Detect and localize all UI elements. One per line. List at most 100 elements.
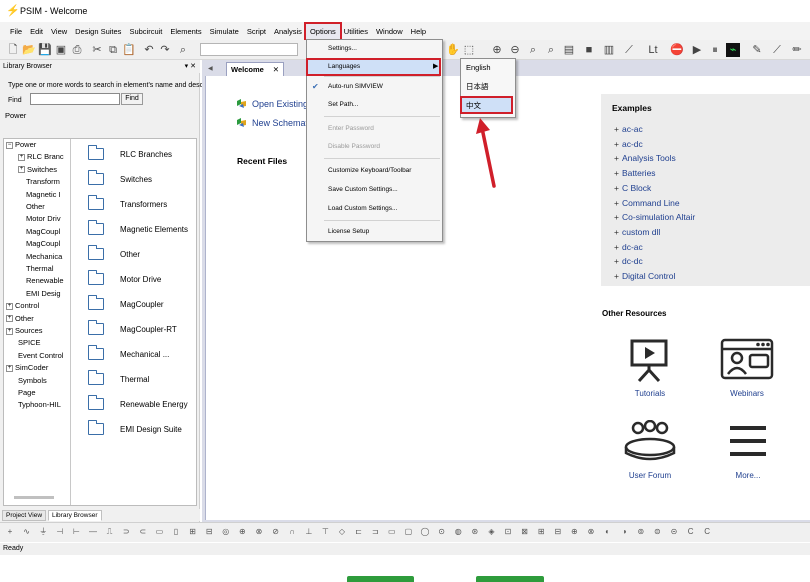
copy-icon[interactable]: ⧉ <box>106 43 120 57</box>
tab-library-browser[interactable]: Library Browser <box>48 510 102 521</box>
open-existing-link[interactable]: Open Existing <box>236 98 308 109</box>
menu-file[interactable]: File <box>6 24 26 39</box>
element-tool-icon[interactable]: ▭ <box>386 527 398 537</box>
element-tool-icon[interactable]: ⊃ <box>120 527 132 537</box>
element-tool-icon[interactable]: ⊗ <box>253 527 265 537</box>
tree-item[interactable]: Typhoon-HIL <box>18 400 61 410</box>
example-link[interactable]: + dc-ac <box>614 242 643 252</box>
element-tool-icon[interactable]: ⊥ <box>303 527 315 537</box>
element-tool-icon[interactable]: ⊟ <box>552 527 564 537</box>
tree-item[interactable]: + SimCoder <box>6 363 48 373</box>
library-folder[interactable]: Magnetic Elements <box>88 220 188 236</box>
library-icon[interactable]: ▥ <box>602 43 616 57</box>
redo-icon[interactable]: ↷ <box>158 43 172 57</box>
element-tool-icon[interactable]: ◈ <box>485 527 497 537</box>
menu-item-license-setup[interactable]: License Setup <box>328 228 369 235</box>
element-tool-icon[interactable]: ⊞ <box>535 527 547 537</box>
example-link[interactable]: + Co-simulation Altair <box>614 212 695 222</box>
element-tool-icon[interactable]: ⊢ <box>70 527 82 537</box>
green-button-right[interactable] <box>476 576 544 582</box>
menu-item-load-custom-settings[interactable]: Load Custom Settings... <box>328 205 397 212</box>
library-folder[interactable]: Other <box>88 245 140 261</box>
tab-scroll-arrow-icon[interactable]: ◀ <box>208 65 213 72</box>
measure-icon[interactable]: ⟋ <box>770 43 784 57</box>
element-tool-icon[interactable]: ⊟ <box>203 527 215 537</box>
element-tool-icon[interactable]: ⊏ <box>353 527 365 537</box>
element-tool-icon[interactable]: ⊙ <box>436 527 448 537</box>
element-tool-icon[interactable]: ▯ <box>170 527 182 537</box>
element-tool-icon[interactable]: C <box>685 527 697 537</box>
example-link[interactable]: + custom dll <box>614 227 660 237</box>
tree-item[interactable]: Thermal <box>26 264 54 274</box>
menu-item-auto-run-simview[interactable]: Auto-run SIMVIEW <box>328 83 383 90</box>
element-tool-icon[interactable]: ⊤ <box>319 527 331 537</box>
element-tool-icon[interactable]: ⊝ <box>668 527 680 537</box>
menu-edit[interactable]: Edit <box>26 24 47 39</box>
library-folder[interactable]: Mechanical ... <box>88 345 169 361</box>
menu-item-save-custom-settings[interactable]: Save Custom Settings... <box>328 186 398 193</box>
element-list-icon[interactable]: ▤ <box>562 43 576 57</box>
element-tool-icon[interactable]: ⊕ <box>568 527 580 537</box>
webinars-link[interactable]: Webinars <box>717 389 777 398</box>
tree-item[interactable]: + Control <box>6 301 39 311</box>
element-combo[interactable] <box>200 43 298 56</box>
tree-item[interactable]: Symbols <box>18 376 47 386</box>
webinars-icon[interactable] <box>720 338 774 380</box>
library-folder[interactable]: Switches <box>88 170 152 186</box>
print-icon[interactable]: ⎙ <box>70 43 84 57</box>
stop-square-icon[interactable]: ■ <box>582 43 596 57</box>
pan-icon[interactable]: ✋ <box>446 43 460 57</box>
tree-horizontal-scrollbar[interactable] <box>14 496 54 499</box>
expand-icon[interactable]: + <box>6 315 13 323</box>
zoom-in-icon[interactable]: ⊕ <box>490 43 504 57</box>
element-tool-icon[interactable]: — <box>87 527 99 537</box>
menu-help[interactable]: Help <box>407 24 430 39</box>
tree-item[interactable]: MagCoupl <box>26 227 60 237</box>
menu-analysis[interactable]: Analysis <box>270 24 306 39</box>
element-tool-icon[interactable]: ∩ <box>286 527 298 537</box>
library-folder[interactable]: Motor Drive <box>88 270 161 286</box>
user-forum-link[interactable]: User Forum <box>614 471 686 480</box>
more-link[interactable]: More... <box>718 471 778 480</box>
tree-item[interactable]: MagCoupl <box>26 239 60 249</box>
example-link[interactable]: + Digital Control <box>614 271 675 281</box>
element-tool-icon[interactable]: + <box>4 527 16 537</box>
element-tool-icon[interactable]: ⊛ <box>469 527 481 537</box>
element-tool-icon[interactable]: ⊞ <box>187 527 199 537</box>
tree-item[interactable]: + Other <box>6 314 34 324</box>
menu-item-set-path[interactable]: Set Path... <box>328 101 358 108</box>
simview-icon[interactable]: ⌁ <box>726 43 740 57</box>
tree-item[interactable]: Mechanica <box>26 252 62 262</box>
element-tool-icon[interactable]: ▭ <box>153 527 165 537</box>
element-tool-icon[interactable]: ∿ <box>21 527 33 537</box>
element-tool-icon[interactable]: ◎ <box>220 527 232 537</box>
tree-item[interactable]: Magnetic I <box>26 190 61 200</box>
probe-icon[interactable]: ✎ <box>750 43 764 57</box>
menu-item-customize-keyboard-toolbar[interactable]: Customize Keyboard/Toolbar <box>328 167 411 174</box>
element-tool-icon[interactable]: ⎍ <box>104 527 116 537</box>
library-folder[interactable]: Renewable Energy <box>88 395 188 411</box>
library-folder[interactable]: MagCoupler-RT <box>88 320 177 336</box>
tree-item[interactable]: Event Control <box>18 351 63 361</box>
example-link[interactable]: + C Block <box>614 183 651 193</box>
expand-icon[interactable]: + <box>6 364 13 372</box>
element-tool-icon[interactable]: ⊠ <box>519 527 531 537</box>
tree-item[interactable]: + Switches <box>18 165 57 175</box>
tree-item[interactable]: Renewable <box>26 276 64 286</box>
menu-window[interactable]: Window <box>372 24 407 39</box>
menu-options[interactable]: Options <box>303 21 342 41</box>
tutorials-icon[interactable] <box>626 338 674 383</box>
find-button[interactable]: Find <box>121 93 143 105</box>
element-tool-icon[interactable]: ⊣ <box>54 527 66 537</box>
example-link[interactable]: + Analysis Tools <box>614 153 676 163</box>
element-tool-icon[interactable]: ◇ <box>336 527 348 537</box>
example-link[interactable]: + Batteries <box>614 168 656 178</box>
tree-item[interactable]: + Sources <box>6 326 43 336</box>
element-tool-icon[interactable]: ◐ <box>602 527 614 537</box>
panel-controls-icon[interactable]: ▾ ✕ <box>185 60 196 73</box>
element-tool-icon[interactable]: ⊐ <box>369 527 381 537</box>
language-chinese[interactable]: 中文 <box>466 100 481 111</box>
zoom-area-icon[interactable]: ⌕ <box>544 43 558 57</box>
library-folder[interactable]: MagCoupler <box>88 295 164 311</box>
element-tool-icon[interactable]: ◑ <box>618 527 630 537</box>
